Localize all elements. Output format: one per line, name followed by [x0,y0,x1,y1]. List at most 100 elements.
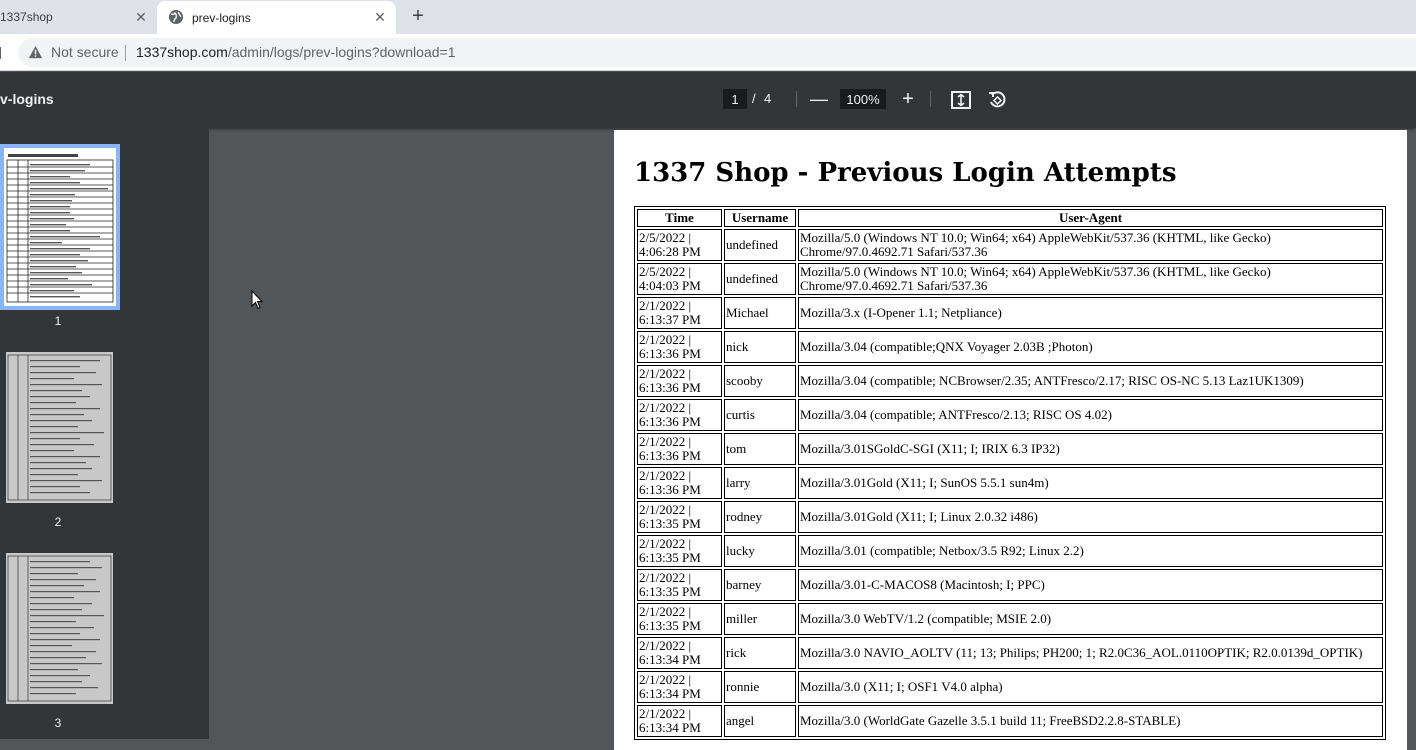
cell-agent: Mozilla/3.04 (compatible; ANTFresco/2.13… [798,399,1383,431]
cell-username: scooby [724,365,796,397]
rotate-icon[interactable] [986,89,1008,111]
cell-time: 2/1/2022 | 6:13:36 PM [637,365,722,397]
cell-time: 2/1/2022 | 6:13:37 PM [637,297,722,329]
url-text[interactable]: 1337shop.com/admin/logs/prev-logins?down… [136,44,456,60]
tab-strip: 1337shop ✕ prev-logins ✕ + [0,0,1416,34]
cell-username: Michael [724,297,796,329]
login-table: Time Username User-Agent 2/5/2022 | 4:06… [634,206,1386,740]
close-icon[interactable]: ✕ [133,9,149,25]
thumbnail-preview [4,148,116,306]
thumbnail-preview [6,553,113,704]
cell-agent: Mozilla/3.01Gold (X11; I; SunOS 5.5.1 su… [798,467,1383,499]
thumbnail-number: 1 [54,314,62,328]
cell-username: angel [724,705,796,737]
url-host: 1337shop.com [136,44,228,60]
page-number-input[interactable]: 1 [723,89,747,109]
table-header-row: Time Username User-Agent [637,209,1383,227]
address-bar[interactable]: Not secure 1337shop.com/admin/logs/prev-… [18,38,1416,67]
cell-agent: Mozilla/3.01-C-MACOS8 (Macintosh; I; PPC… [798,569,1383,601]
table-row: 2/1/2022 | 6:13:36 PM scooby Mozilla/3.04 … [637,365,1383,397]
warning-icon[interactable] [28,45,43,60]
column-header-user-agent: User-Agent [798,209,1383,227]
cell-username: undefined [724,229,796,261]
cell-username: ronnie [724,671,796,703]
table-row: 2/1/2022 | 6:13:34 PM angel Mozilla/3.0 (W… [637,705,1383,737]
security-label[interactable]: Not secure [51,44,119,60]
table-row: 2/1/2022 | 6:13:36 PM tom Mozilla/3.01SGol… [637,433,1383,465]
cell-username: rick [724,637,796,669]
url-path: /admin/logs/prev-logins?download=1 [227,44,456,60]
cell-username: tom [724,433,796,465]
document-title: v-logins [0,91,54,107]
cell-agent: Mozilla/3.04 (compatible; NCBrowser/2.35… [798,365,1383,397]
fit-page-icon[interactable] [950,89,972,111]
cell-time: 2/5/2022 | 4:04:03 PM [637,263,722,295]
cell-agent: Mozilla/3.0 (WorldGate Gazelle 3.5.1 bui… [798,705,1383,737]
tab-title: prev-logins [192,10,251,25]
thumbnail-preview [6,352,113,503]
cell-time: 2/1/2022 | 6:13:36 PM [637,467,722,499]
globe-icon [169,10,183,24]
cell-username: nick [724,331,796,363]
table-row: 2/1/2022 | 6:13:37 PM Michael Mozilla/3.x … [637,297,1383,329]
reload-icon[interactable] [0,47,4,59]
zoom-input[interactable]: 100% [840,89,886,109]
cell-agent: Mozilla/3.0 NAVIO_AOLTV (11; 13; Philips… [798,637,1383,669]
cell-time: 2/1/2022 | 6:13:36 PM [637,331,722,363]
table-row: 2/1/2022 | 6:13:35 PM rodney Mozilla/3.01G… [637,501,1383,533]
cell-username: curtis [724,399,796,431]
tab-1337shop[interactable]: 1337shop ✕ [0,0,156,34]
table-row: 2/1/2022 | 6:13:34 PM ronnie Mozilla/3.0 (… [637,671,1383,703]
cell-username: lucky [724,535,796,567]
table-row: 2/1/2022 | 6:13:35 PM miller Mozilla/3.0 W… [637,603,1383,635]
cell-agent: Mozilla/3.0 WebTV/1.2 (compatible; MSIE … [798,603,1383,635]
page-thumbnail-3[interactable] [6,553,113,704]
browser-toolbar: Not secure 1337shop.com/admin/logs/prev-… [0,34,1416,71]
cell-agent: Mozilla/3.04 (compatible;QNX Voyager 2.0… [798,331,1383,363]
cell-time: 2/1/2022 | 6:13:35 PM [637,569,722,601]
tab-prev-logins[interactable]: prev-logins ✕ [157,1,396,34]
cell-agent: Mozilla/3.01Gold (X11; I; Linux 2.0.32 i… [798,501,1383,533]
table-row: 2/1/2022 | 6:13:35 PM barney Mozilla/3.01-… [637,569,1383,601]
cell-time: 2/1/2022 | 6:13:35 PM [637,535,722,567]
page-total: 4 [764,91,772,106]
table-row: 2/1/2022 | 6:13:34 PM rick Mozilla/3.0 NAV… [637,637,1383,669]
tab-title: 1337shop [0,10,53,24]
page-thumbnail-1[interactable] [0,144,120,310]
mouse-cursor [251,290,263,310]
page-separator: / [752,91,756,106]
close-icon[interactable]: ✕ [372,9,388,25]
cell-time: 2/1/2022 | 6:13:34 PM [637,705,722,737]
cell-time: 2/1/2022 | 6:13:36 PM [637,433,722,465]
cell-username: larry [724,467,796,499]
divider [125,45,126,61]
table-row: 2/5/2022 | 4:04:03 PM undefined Mozilla/5.… [637,263,1383,295]
page-thumbnail-2[interactable] [6,352,113,503]
cell-agent: Mozilla/5.0 (Windows NT 10.0; Win64; x64… [798,263,1383,295]
cell-username: rodney [724,501,796,533]
table-row: 2/1/2022 | 6:13:36 PM curtis Mozilla/3.04 … [637,399,1383,431]
pdf-toolbar: v-logins 1 / 4 — 100% + [0,72,1416,128]
cell-agent: Mozilla/3.01SGoldC-SGI (X11; I; IRIX 6.3… [798,433,1383,465]
cell-username: miller [724,603,796,635]
cell-agent: Mozilla/3.01 (compatible; Netbox/3.5 R92… [798,535,1383,567]
cell-time: 2/1/2022 | 6:13:34 PM [637,637,722,669]
thumbnail-sidebar: 1 2 3 [0,128,209,739]
document-heading: 1337 Shop - Previous Login Attempts [634,158,1177,188]
cell-time: 2/1/2022 | 6:13:34 PM [637,671,722,703]
zoom-in-button[interactable]: + [898,88,918,110]
table-row: 2/5/2022 | 4:06:28 PM undefined Mozilla/5.… [637,229,1383,261]
new-tab-icon[interactable]: + [408,5,428,27]
thumbnail-number: 3 [54,716,62,730]
column-header-time: Time [637,209,722,227]
cell-time: 2/1/2022 | 6:13:35 PM [637,603,722,635]
cell-time: 2/1/2022 | 6:13:35 PM [637,501,722,533]
divider [930,91,931,107]
cell-agent: Mozilla/5.0 (Windows NT 10.0; Win64; x64… [798,229,1383,261]
zoom-out-button[interactable]: — [810,89,828,109]
cell-agent: Mozilla/3.0 (X11; I; OSF1 V4.0 alpha) [798,671,1383,703]
cell-time: 2/5/2022 | 4:06:28 PM [637,229,722,261]
column-header-username: Username [724,209,796,227]
cell-time: 2/1/2022 | 6:13:36 PM [637,399,722,431]
divider [796,91,797,107]
